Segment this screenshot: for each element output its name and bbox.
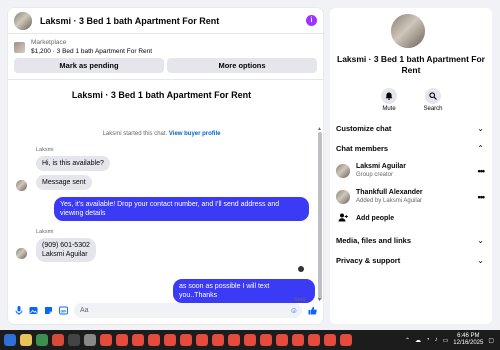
more-options-button[interactable]: More options [167,58,317,73]
chevron-down-icon: ⌄ [477,124,484,133]
chevron-down-icon: ⌄ [477,236,484,245]
svg-text:GIF: GIF [61,309,68,313]
chrome-icon[interactable] [228,334,240,346]
clock[interactable]: 6:46 PM 12/16/2025 [453,333,483,347]
seen-indicator-icon [298,266,304,272]
media-files-links-section[interactable]: Media, files and links ⌄ [336,236,484,245]
app-icon[interactable] [52,334,64,346]
member-avatar [336,190,350,204]
scrollbar[interactable]: ▲ ▼ [317,92,323,304]
contact-message-bubble[interactable]: (909) 601-5302 Laksmi Aguilar [36,238,96,262]
chrome-icon[interactable] [148,334,160,346]
chrome-icon[interactable] [324,334,336,346]
photo-icon[interactable] [29,306,38,315]
privacy-support-section[interactable]: Privacy & support ⌄ [336,256,484,265]
network-icon[interactable]: ◔ [426,337,430,343]
sender-avatar[interactable] [16,180,27,191]
battery-icon[interactable]: ▭ [443,337,449,344]
chat-avatar[interactable] [14,11,32,30]
volume-icon[interactable]: ♪ [435,337,438,343]
member-item[interactable]: Thankfull Alexander Added by Laksmi Agui… [336,188,486,206]
bell-icon [381,88,397,104]
chrome-icon[interactable] [116,334,128,346]
app-icon[interactable] [84,334,96,346]
thumbs-up-icon[interactable] [308,306,317,315]
add-person-icon [336,213,350,224]
chrome-icon[interactable] [180,334,192,346]
chat-members-section[interactable]: Chat members ⌃ [336,144,484,153]
add-people-button[interactable]: Add people [336,213,484,224]
chrome-icon[interactable] [196,334,208,346]
chrome-icon[interactable] [276,334,288,346]
chrome-icon[interactable] [292,334,304,346]
emoji-icon[interactable]: ☺ [290,306,298,315]
more-options-icon[interactable]: ••• [478,166,486,176]
app-icon[interactable] [68,334,80,346]
listing-source: Marketplace [31,39,67,46]
notification-icon[interactable]: ▢ [488,337,494,344]
windows-start-icon[interactable] [4,334,16,346]
sender-label: Laksmi [36,147,54,153]
chat-info-title: Laksmi · 3 Bed 1 bath Apartment For Rent [337,54,485,75]
chrome-icon[interactable] [244,334,256,346]
message-input[interactable]: Aa ☺ [74,302,302,318]
mark-as-pending-button[interactable]: Mark as pending [14,58,164,73]
view-buyer-profile-link[interactable]: View buyer profile [169,131,221,137]
chevron-up-icon[interactable]: ⌃ [405,337,410,344]
taskbar: ⌃ ☁ ◔ ♪ ▭ 6:46 PM 12/16/2025 ▢ [0,330,500,350]
system-tray: ⌃ ☁ ◔ ♪ ▭ 6:46 PM 12/16/2025 ▢ [405,330,494,350]
listing-summary[interactable]: Marketplace $1,200 · 3 Bed 1 bath Apartm… [8,34,323,56]
composer: GIF Aa ☺ [8,296,323,324]
sender-avatar[interactable] [16,248,27,259]
chrome-icon[interactable] [164,334,176,346]
sender-label: Laksmi [36,229,54,235]
info-icon[interactable]: i [306,15,317,26]
chrome-icon[interactable] [308,334,320,346]
sticker-icon[interactable] [44,306,53,315]
chat-started-notice: Laksmi started this chat. View buyer pro… [102,131,221,137]
conversation-title: Laksmi · 3 Bed 1 bath Apartment For Rent [71,90,252,100]
microphone-icon[interactable] [14,305,23,315]
excel-icon[interactable] [36,334,48,346]
message-bubble[interactable]: Hi, is this available? [36,156,110,171]
chrome-icon[interactable] [340,334,352,346]
listing-avatar[interactable] [391,14,425,48]
chat-info-panel: Laksmi · 3 Bed 1 bath Apartment For Rent… [330,8,492,324]
chevron-down-icon: ⌄ [477,256,484,265]
chat-header: Laksmi · 3 Bed 1 bath Apartment For Rent… [8,8,323,34]
search-button[interactable]: Search [422,88,444,112]
chrome-icon[interactable] [132,334,144,346]
listing-title: $1,200 · 3 Bed 1 bath Apartment For Rent [31,48,153,55]
file-explorer-icon[interactable] [20,334,32,346]
chrome-icon[interactable] [100,334,112,346]
onedrive-icon[interactable]: ☁ [415,337,421,344]
scrollbar-thumb[interactable] [318,132,322,300]
more-options-icon[interactable]: ••• [478,192,486,202]
search-icon [425,88,441,104]
chevron-up-icon: ⌃ [477,144,484,153]
member-avatar [336,164,350,178]
conversation-area: Laksmi · 3 Bed 1 bath Apartment For Rent… [8,90,315,303]
chat-panel: Laksmi · 3 Bed 1 bath Apartment For Rent… [8,8,323,324]
listing-thumbnail [14,41,25,53]
chrome-icon[interactable] [212,334,224,346]
mute-button[interactable]: Mute [378,88,400,112]
divider [8,79,323,80]
message-bubble[interactable]: Yes, it's available! Drop your contact n… [54,197,309,221]
gif-icon[interactable]: GIF [59,306,68,315]
message-bubble[interactable]: Message sent [36,175,92,190]
chrome-icon[interactable] [260,334,272,346]
customize-chat-section[interactable]: Customize chat ⌄ [336,124,484,133]
chat-title[interactable]: Laksmi · 3 Bed 1 bath Apartment For Rent [40,16,219,26]
member-item[interactable]: Laksmi Aguilar Group creator ••• [336,162,486,180]
